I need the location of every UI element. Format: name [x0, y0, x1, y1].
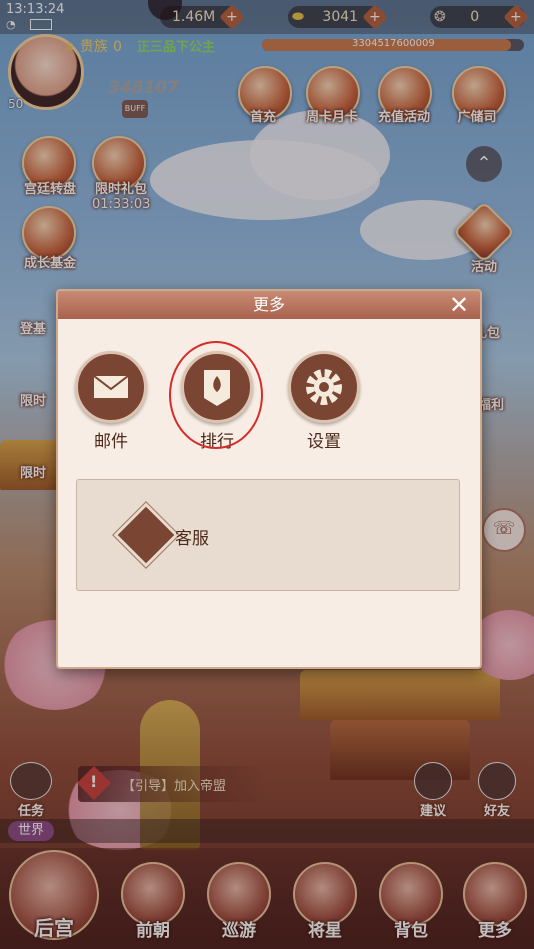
- mail-label: 邮件: [94, 432, 128, 452]
- more-dialog: 更多 ✕ 邮件 排行 设置 客服: [56, 289, 482, 669]
- service-panel: 客服: [76, 479, 460, 591]
- close-icon[interactable]: ✕: [446, 292, 472, 318]
- mail-icon: [75, 351, 147, 423]
- mail-option[interactable]: 邮件: [75, 351, 147, 452]
- settings-option[interactable]: 设置: [288, 351, 360, 452]
- service-label[interactable]: 客服: [175, 524, 209, 549]
- highlight-ring: [169, 341, 263, 449]
- settings-label: 设置: [307, 432, 341, 452]
- dialog-title: 更多: [252, 295, 285, 314]
- gear-icon: [288, 351, 360, 423]
- customer-service-icon[interactable]: [112, 501, 180, 569]
